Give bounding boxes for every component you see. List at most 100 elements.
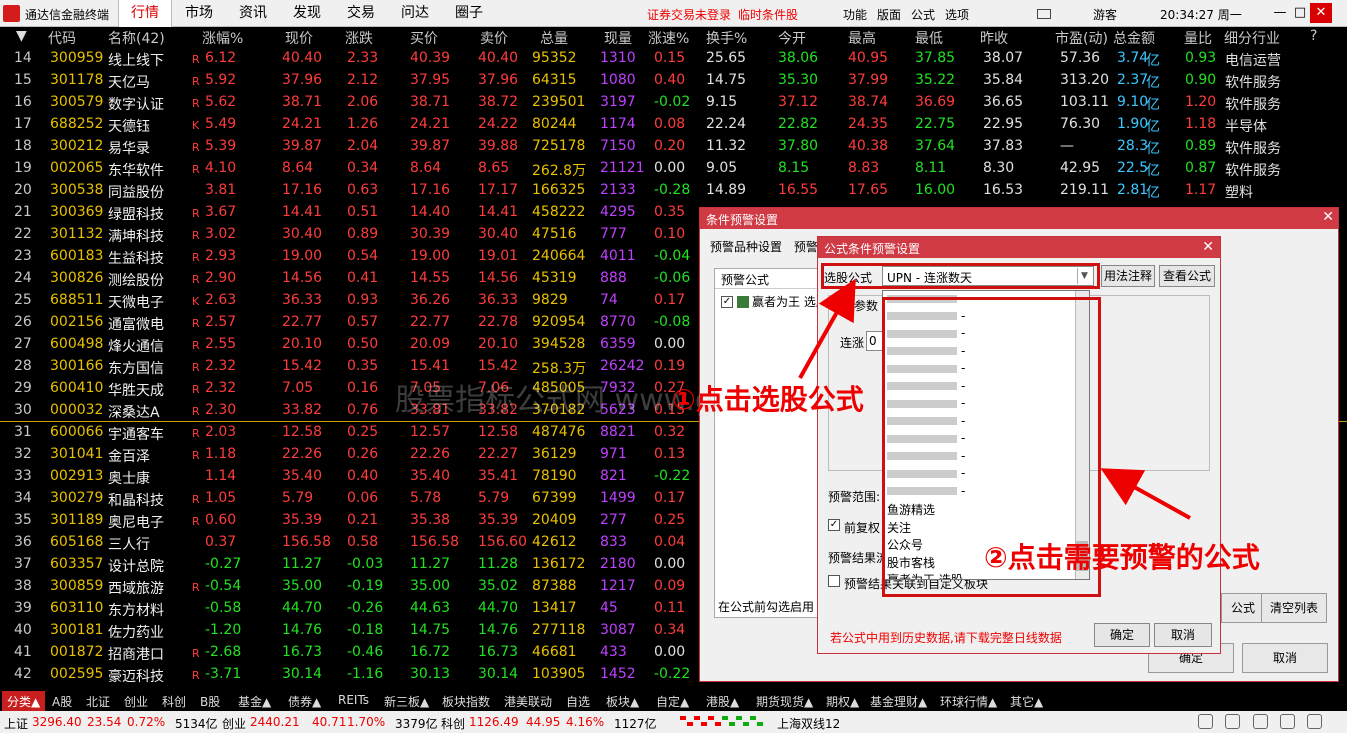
category-tab-13[interactable]: 板块▲: [606, 693, 639, 710]
forward-adjust-checkbox[interactable]: ✓ 前复权: [828, 519, 880, 536]
category-tab-19[interactable]: 环球行情▲: [940, 693, 997, 710]
category-tab-18[interactable]: 基金理财▲: [870, 693, 927, 710]
category-tab-1[interactable]: A股: [52, 693, 72, 710]
column-header-9[interactable]: 总量: [540, 28, 568, 48]
cell-ask: 39.88: [478, 138, 519, 154]
column-header-7[interactable]: 买价: [410, 28, 438, 48]
column-header-18[interactable]: 总金额: [1113, 28, 1155, 48]
column-header-14[interactable]: 最高: [848, 28, 876, 48]
category-tab-4[interactable]: 科创: [162, 693, 186, 710]
close-button[interactable]: ✕: [1310, 3, 1332, 23]
column-header-15[interactable]: 最低: [915, 28, 943, 48]
category-tab-12[interactable]: 自选: [566, 693, 590, 710]
column-header-20[interactable]: 细分行业: [1224, 28, 1280, 48]
usage-notes-button[interactable]: 用法注释: [1101, 265, 1155, 287]
table-row[interactable]: 20 300538 同益股份 3.81 17.16 0.63 17.16 17.17 16632…: [0, 180, 1347, 202]
view-formula-button[interactable]: 查看公式: [1159, 265, 1215, 287]
main-tab-3[interactable]: 发现: [280, 0, 334, 27]
table-row[interactable]: 14 300959 线上线下 R 6.12 40.40 2.33 40.39 40.40 9535…: [0, 48, 1347, 70]
sort-arrow-icon[interactable]: ▼: [16, 28, 27, 44]
category-tab-11[interactable]: 港美联动: [504, 693, 552, 710]
bell-icon[interactable]: [1198, 714, 1213, 729]
clear-list-button[interactable]: 清空列表: [1261, 593, 1327, 623]
main-tab-5[interactable]: 问达: [388, 0, 442, 27]
column-header-11[interactable]: 涨速%: [648, 28, 689, 48]
category-tab-0[interactable]: 分类▲: [2, 691, 46, 712]
category-tab-10[interactable]: 板块指数: [442, 693, 490, 710]
speed-icon[interactable]: [1225, 714, 1240, 729]
category-tab-5[interactable]: B股: [200, 693, 220, 710]
main-tab-2[interactable]: 资讯: [226, 0, 280, 27]
cell-bid: 12.57: [410, 424, 451, 440]
minimize-button[interactable]: —: [1270, 3, 1290, 23]
category-tab-6[interactable]: 基金▲: [238, 693, 271, 710]
user-label[interactable]: 游客: [1093, 6, 1117, 23]
inner-ok-button[interactable]: 确定: [1094, 623, 1150, 647]
temp-condition-stock[interactable]: 临时条件股: [738, 6, 798, 23]
tab-alert[interactable]: 预警: [794, 240, 818, 254]
table-row[interactable]: 19 002065 东华软件 R 4.10 8.64 0.34 8.64 8.65 262.8万 2…: [0, 158, 1347, 180]
category-tab-15[interactable]: 港股▲: [706, 693, 739, 710]
cell-n: 38: [14, 578, 32, 594]
menu-options[interactable]: 选项: [945, 6, 969, 23]
cell-cur: 4295: [600, 204, 636, 220]
category-tab-20[interactable]: 其它▲: [1010, 693, 1043, 710]
outer-cancel-button[interactable]: 取消: [1242, 643, 1328, 673]
cell-name: 东方材料: [108, 603, 164, 619]
column-header-4[interactable]: 涨幅%: [202, 28, 243, 48]
cell-amtu: 亿: [1146, 97, 1160, 113]
inner-dialog-close-icon[interactable]: ✕: [1202, 239, 1214, 255]
category-tab-7[interactable]: 债券▲: [288, 693, 321, 710]
column-header-21[interactable]: ?: [1310, 28, 1317, 44]
cell-vol: 394528: [532, 336, 586, 352]
cell-name: 线上线下: [108, 53, 164, 69]
column-header-13[interactable]: 今开: [778, 28, 806, 48]
formula-button[interactable]: 公式: [1221, 593, 1265, 623]
column-header-10[interactable]: 现量: [604, 28, 632, 48]
category-tab-2[interactable]: 北证: [86, 693, 110, 710]
column-header-5[interactable]: 现价: [285, 28, 313, 48]
outer-dialog-close-icon[interactable]: ✕: [1322, 209, 1334, 225]
main-tab-1[interactable]: 市场: [172, 0, 226, 27]
grid-icon[interactable]: [1253, 714, 1268, 729]
column-header-12[interactable]: 换手%: [706, 28, 747, 48]
menu-formula[interactable]: 公式: [911, 6, 935, 23]
cell-chg: 1.05: [205, 490, 237, 506]
info-icon[interactable]: [1307, 714, 1322, 729]
category-tab-17[interactable]: 期权▲: [826, 693, 859, 710]
table-row[interactable]: 16 300579 数字认证 R 5.62 38.71 2.06 38.71 38.72 2395…: [0, 92, 1347, 114]
cell-chg: -1.20: [205, 622, 242, 638]
menu-layout[interactable]: 版面: [877, 6, 901, 23]
main-tab-0[interactable]: 行情: [118, 0, 172, 27]
table-row[interactable]: 15 301178 天亿马 R 5.92 37.96 2.12 37.95 37.96 64315…: [0, 70, 1347, 92]
column-header-19[interactable]: 量比: [1184, 28, 1212, 48]
cell-vol: 277118: [532, 622, 586, 638]
category-tab-8[interactable]: REITs: [338, 693, 369, 707]
column-header-17[interactable]: 市盈(动): [1055, 28, 1108, 48]
column-header-16[interactable]: 昨收: [980, 28, 1008, 48]
category-tab-14[interactable]: 自定▲: [656, 693, 689, 710]
main-tab-6[interactable]: 圈子: [442, 0, 496, 27]
cell-name: 天德钰: [108, 119, 150, 135]
column-header-2[interactable]: 名称(42): [108, 28, 165, 48]
menu-function[interactable]: 功能: [843, 6, 867, 23]
column-header-8[interactable]: 卖价: [480, 28, 508, 48]
table-row[interactable]: 18 300212 易华录 R 5.39 39.87 2.04 39.87 39.88 72517…: [0, 136, 1347, 158]
category-tab-9[interactable]: 新三板▲: [384, 693, 429, 710]
cell-n: 41: [14, 644, 32, 660]
formula-checkbox[interactable]: ✓: [721, 295, 733, 308]
tab-variety-setting[interactable]: 预警品种设置: [710, 240, 782, 254]
maximize-button[interactable]: □: [1290, 3, 1310, 23]
main-tab-4[interactable]: 交易: [334, 0, 388, 27]
user-icon[interactable]: [1280, 714, 1295, 729]
table-row[interactable]: 17 688252 天德钰 K 5.49 24.21 1.26 24.21 24.22 80244…: [0, 114, 1347, 136]
checkbox-box[interactable]: [828, 575, 840, 587]
column-header-1[interactable]: 代码: [48, 28, 76, 48]
column-header-6[interactable]: 涨跌: [345, 28, 373, 48]
category-tab-3[interactable]: 创业: [124, 693, 148, 710]
category-tab-16[interactable]: 期货现货▲: [756, 693, 813, 710]
message-icon[interactable]: [1037, 9, 1051, 19]
trade-login-status[interactable]: 证券交易未登录: [647, 6, 731, 23]
checkbox-box[interactable]: ✓: [828, 519, 840, 531]
inner-cancel-button[interactable]: 取消: [1154, 623, 1212, 647]
